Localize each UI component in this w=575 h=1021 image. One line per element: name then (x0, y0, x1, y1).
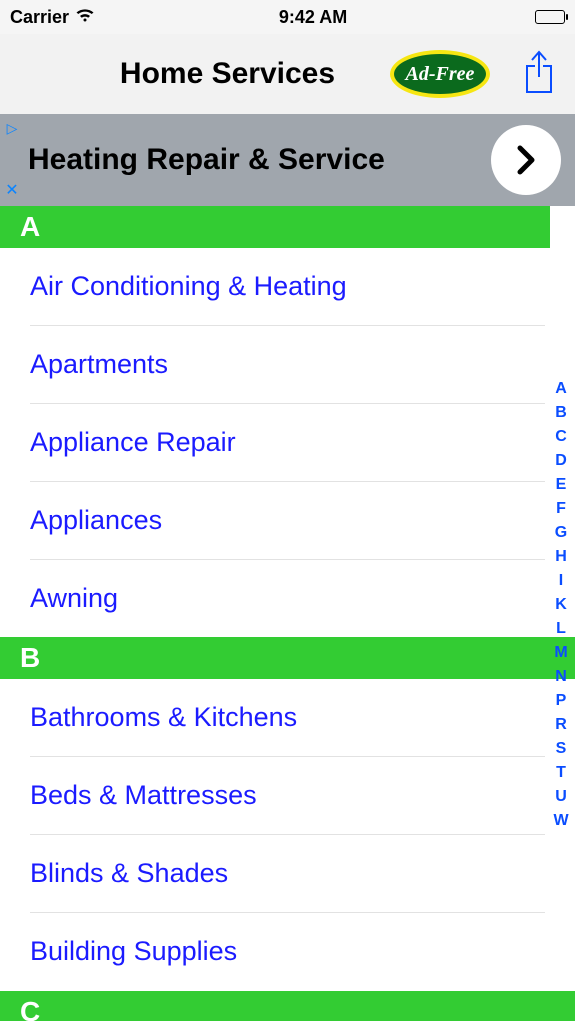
index-item[interactable]: C (551, 428, 571, 446)
index-item[interactable]: L (551, 620, 571, 638)
list-item[interactable]: Building Supplies (0, 913, 575, 990)
nav-bar: Home Services Ad-Free (0, 34, 575, 114)
index-item[interactable]: P (551, 692, 571, 710)
adfree-label: Ad-Free (394, 54, 486, 94)
list-section-b: Bathrooms & Kitchens Beds & Mattresses B… (0, 679, 575, 990)
index-item[interactable]: I (551, 572, 571, 590)
index-item[interactable]: D (551, 452, 571, 470)
list-section-a: Air Conditioning & Heating Apartments Ap… (0, 248, 575, 637)
list-item-label: Appliances (30, 482, 545, 559)
list-item-label: Building Supplies (30, 913, 545, 990)
chevron-right-icon (508, 142, 544, 178)
index-item[interactable]: M (551, 644, 571, 662)
index-item[interactable]: E (551, 476, 571, 494)
section-letter: A (20, 211, 40, 243)
list-item-label: Apartments (30, 326, 545, 403)
list-item-label: Beds & Mattresses (30, 757, 545, 834)
list-item-label: Air Conditioning & Heating (30, 248, 545, 325)
ad-title: Heating Repair & Service (24, 143, 491, 177)
section-letter: C (20, 996, 40, 1021)
battery-icon (535, 10, 565, 24)
wifi-icon (75, 7, 95, 28)
list-item[interactable]: Blinds & Shades (0, 835, 575, 912)
list-item[interactable]: Air Conditioning & Heating (0, 248, 575, 325)
index-item[interactable]: S (551, 740, 571, 758)
index-item[interactable]: T (551, 764, 571, 782)
index-item[interactable]: H (551, 548, 571, 566)
ad-close-icon[interactable]: ✕ (5, 180, 18, 200)
list-item-label: Appliance Repair (30, 404, 545, 481)
adfree-badge[interactable]: Ad-Free (390, 50, 490, 98)
status-bar: Carrier 9:42 AM (0, 0, 575, 34)
list-item[interactable]: Bathrooms & Kitchens (0, 679, 575, 756)
list-item[interactable]: Apartments (0, 326, 575, 403)
index-item[interactable]: B (551, 404, 571, 422)
index-item[interactable]: G (551, 524, 571, 542)
section-header-a: A (0, 206, 550, 248)
carrier-label: Carrier (10, 7, 69, 28)
index-bar[interactable]: A B C D E F G H I K L M N P R S T U W (551, 380, 571, 830)
ad-choices: ▷ ✕ (0, 114, 24, 206)
index-item[interactable]: W (551, 812, 571, 830)
status-left: Carrier (10, 7, 95, 28)
ad-banner[interactable]: ▷ ✕ Heating Repair & Service (0, 114, 575, 206)
list-item[interactable]: Appliance Repair (0, 404, 575, 481)
ad-play-icon[interactable]: ▷ (7, 120, 18, 137)
list-item[interactable]: Awning (0, 560, 575, 637)
section-header-b: B (0, 637, 575, 679)
share-icon[interactable] (519, 49, 559, 99)
list-item[interactable]: Appliances (0, 482, 575, 559)
section-header-c-partial: C (0, 991, 575, 1021)
status-right (531, 10, 565, 24)
page-title: Home Services (120, 57, 335, 91)
section-letter: B (20, 642, 40, 674)
index-item[interactable]: A (551, 380, 571, 398)
index-item[interactable]: F (551, 500, 571, 518)
index-item[interactable]: R (551, 716, 571, 734)
index-item[interactable]: K (551, 596, 571, 614)
list-item-label: Bathrooms & Kitchens (30, 679, 545, 756)
list-item-label: Blinds & Shades (30, 835, 545, 912)
index-item[interactable]: N (551, 668, 571, 686)
list-item-label: Awning (30, 560, 545, 637)
index-item[interactable]: U (551, 788, 571, 806)
clock-label: 9:42 AM (279, 7, 347, 28)
list-item[interactable]: Beds & Mattresses (0, 757, 575, 834)
ad-arrow-button[interactable] (491, 125, 561, 195)
